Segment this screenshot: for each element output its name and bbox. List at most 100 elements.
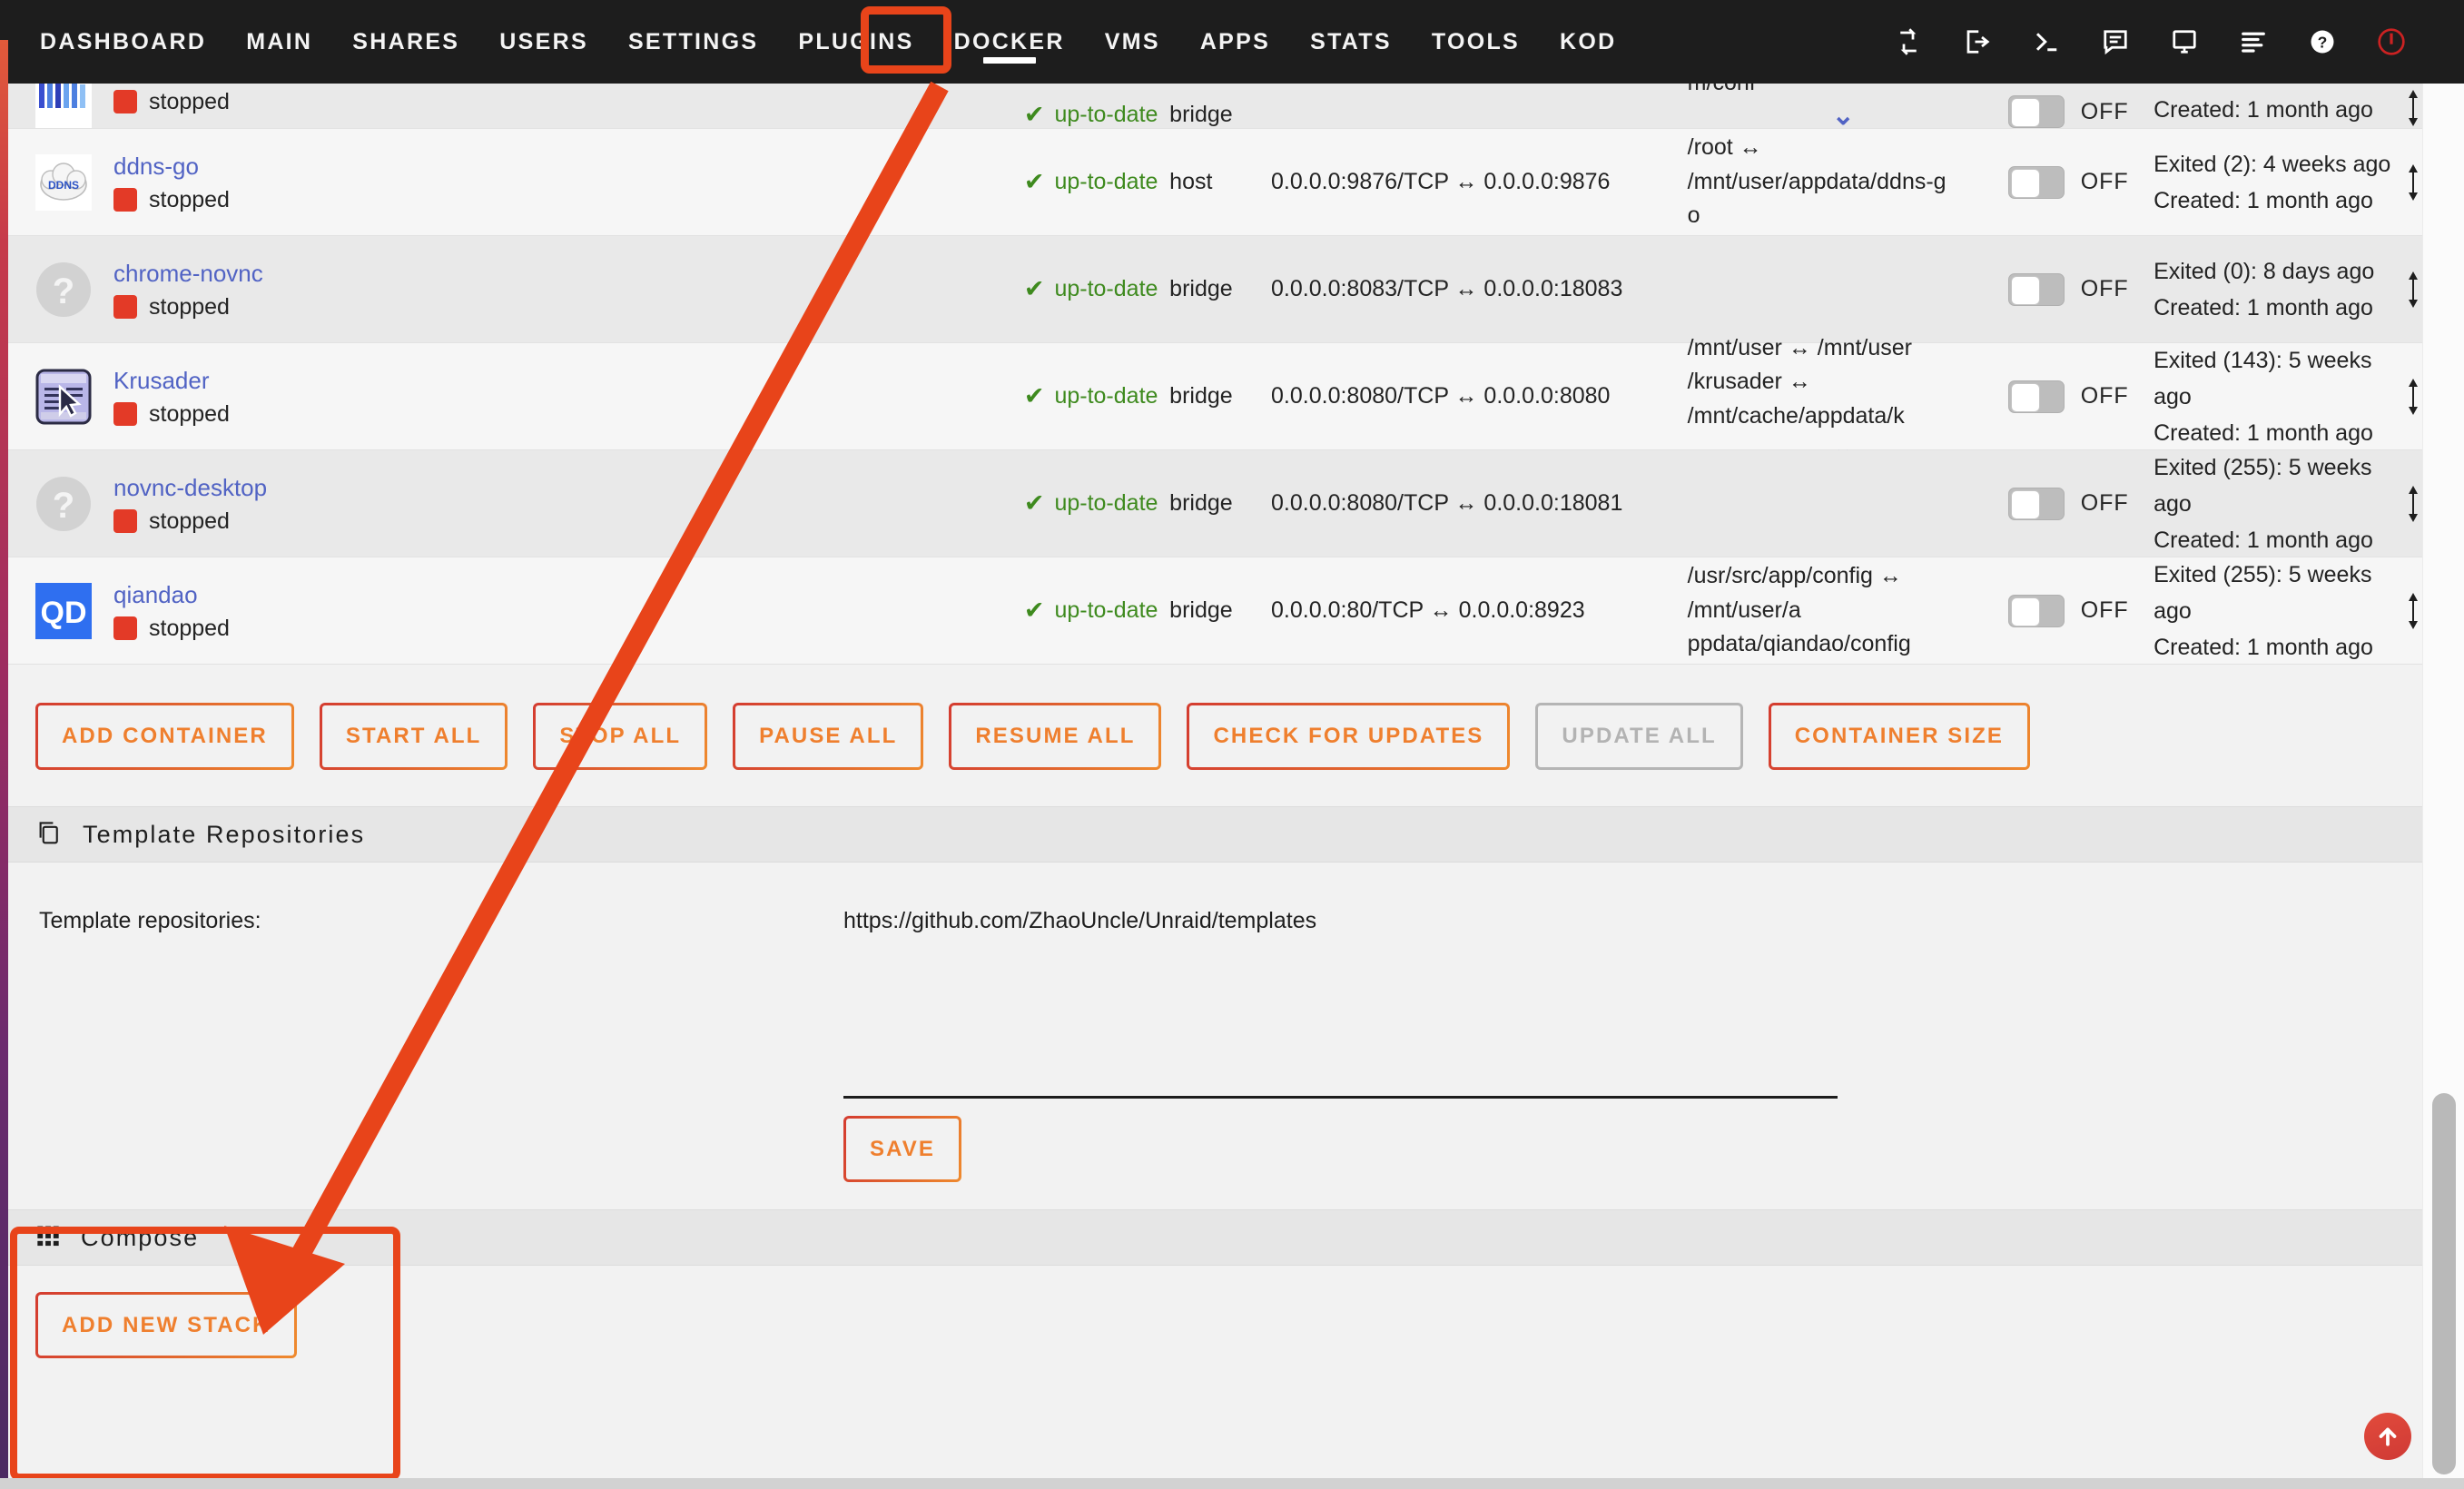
- scrollbar-thumb[interactable]: [2432, 1093, 2456, 1474]
- container-row[interactable]: DDNSddns-gostopped✔up-to-datehost0.0.0.0…: [8, 129, 2422, 236]
- panel-title: Template Repositories: [83, 821, 365, 849]
- container-version-cell: ✔up-to-date: [1024, 102, 1169, 128]
- compose-panel: Compose ADD NEW STACK: [8, 1209, 2422, 1369]
- autostart-label: OFF: [2081, 597, 2129, 624]
- autostart-label: OFF: [2081, 276, 2129, 302]
- container-icon[interactable]: [35, 84, 92, 128]
- check-icon: ✔: [1024, 103, 1045, 127]
- row-resize-handle[interactable]: [2404, 88, 2422, 128]
- template-repositories-panel: Template Repositories Template repositor…: [8, 806, 2422, 1209]
- chat-icon[interactable]: [2095, 22, 2135, 62]
- left-accent-stripe: [0, 40, 8, 1489]
- autostart-toggle[interactable]: [2008, 95, 2065, 128]
- container-autostart-cell: OFF: [2008, 557, 2154, 664]
- power-icon[interactable]: [2371, 22, 2411, 62]
- add-container-button[interactable]: ADD CONTAINER: [35, 703, 294, 770]
- container-state-label: stopped: [149, 616, 230, 642]
- page-scrollbar[interactable]: [2422, 84, 2464, 1489]
- version-label: up-to-date: [1054, 383, 1158, 409]
- nav-item-kod[interactable]: KOD: [1540, 0, 1636, 84]
- container-row[interactable]: stopped✔up-to-datebridgem/conf⌄OFFCreate…: [8, 84, 2422, 129]
- logout-icon[interactable]: [1957, 22, 1997, 62]
- container-name-link[interactable]: Krusader: [113, 365, 386, 397]
- container-name-cell: DDNSddns-gostopped: [8, 129, 1024, 235]
- display-icon[interactable]: [2164, 22, 2204, 62]
- status-dot-icon: [113, 188, 137, 212]
- log-lines-icon[interactable]: [2233, 22, 2273, 62]
- start-all-button[interactable]: START ALL: [320, 703, 508, 770]
- save-button[interactable]: SAVE: [843, 1116, 961, 1182]
- uptime-exited-line: Exited (2): 4 weeks ago: [2154, 146, 2404, 182]
- container-name-link[interactable]: novnc-desktop: [113, 472, 386, 504]
- autostart-toggle[interactable]: [2008, 380, 2065, 413]
- container-row[interactable]: ?chrome-novncstopped✔up-to-datebridge0.0…: [8, 236, 2422, 343]
- volume-mapping-line: /root ↔ /mnt/user/appdata/ddns-g: [1688, 131, 1999, 199]
- nav-item-apps[interactable]: APPS: [1180, 0, 1290, 84]
- container-row[interactable]: Krusaderstopped✔up-to-datebridge0.0.0.0:…: [8, 343, 2422, 450]
- pause-all-button[interactable]: PAUSE ALL: [733, 703, 923, 770]
- check-icon: ✔: [1024, 598, 1045, 623]
- row-resize-handle[interactable]: [2404, 450, 2422, 557]
- container-name-link[interactable]: qiandao: [113, 579, 386, 611]
- container-row[interactable]: QDqiandaostopped✔up-to-datebridge0.0.0.0…: [8, 557, 2422, 665]
- template-repositories-header: Template Repositories: [8, 806, 2422, 863]
- container-size-button[interactable]: CONTAINER SIZE: [1769, 703, 2030, 770]
- container-icon[interactable]: DDNS: [35, 154, 92, 211]
- check-icon: ✔: [1024, 277, 1045, 301]
- container-volumes-cell: /mnt/user ↔ /mnt/user/krusader ↔ /mnt/ca…: [1688, 343, 2008, 449]
- volume-mapping-line: ppdata/qiandao/config: [1688, 627, 1999, 662]
- nav-item-shares[interactable]: SHARES: [332, 0, 479, 84]
- volume-mapping-line: /usr/src/app/config ↔ /mnt/user/a: [1688, 559, 1999, 627]
- nav-item-stats[interactable]: STATS: [1290, 0, 1412, 84]
- container-network-cell: bridge: [1169, 343, 1271, 449]
- nav-item-vms[interactable]: VMS: [1085, 0, 1180, 84]
- status-dot-icon: [113, 616, 137, 640]
- autostart-toggle[interactable]: [2008, 166, 2065, 199]
- stop-all-button[interactable]: STOP ALL: [533, 703, 707, 770]
- check-for-updates-button[interactable]: CHECK FOR UPDATES: [1187, 703, 1510, 770]
- nav-item-tools[interactable]: TOOLS: [1412, 0, 1540, 84]
- container-name-cell: QD qiandao stopped: [8, 557, 1024, 664]
- update-refresh-icon[interactable]: [1888, 22, 1928, 62]
- container-icon[interactable]: QD: [35, 583, 92, 639]
- autostart-toggle[interactable]: [2008, 488, 2065, 520]
- container-icon[interactable]: ?: [35, 261, 92, 318]
- nav-item-plugins[interactable]: PLUGINS: [778, 0, 933, 84]
- update-all-button: UPDATE ALL: [1535, 703, 1742, 770]
- resume-all-button[interactable]: RESUME ALL: [949, 703, 1161, 770]
- add-new-stack-button[interactable]: ADD NEW STACK: [35, 1292, 297, 1358]
- autostart-toggle[interactable]: [2008, 273, 2065, 306]
- autostart-toggle[interactable]: [2008, 595, 2065, 627]
- nav-item-main[interactable]: MAIN: [226, 0, 332, 84]
- container-volumes-cell: [1688, 450, 2008, 557]
- container-autostart-cell: OFF: [2008, 450, 2154, 557]
- container-autostart-cell: OFF: [2008, 236, 2154, 342]
- container-version-cell: ✔up-to-date: [1024, 343, 1169, 449]
- row-resize-handle[interactable]: [2404, 343, 2422, 449]
- container-network-cell: host: [1169, 129, 1271, 235]
- nav-item-dashboard[interactable]: DASHBOARD: [20, 0, 226, 84]
- terminal-icon[interactable]: [2026, 22, 2066, 62]
- template-repositories-textarea[interactable]: https://github.com/ZhaoUncle/Unraid/temp…: [843, 908, 1842, 934]
- container-name-link[interactable]: chrome-novnc: [113, 258, 386, 290]
- container-row[interactable]: ?novnc-desktopstopped✔up-to-datebridge0.…: [8, 450, 2422, 557]
- container-state: stopped: [113, 89, 386, 115]
- nav-item-users[interactable]: USERS: [479, 0, 608, 84]
- container-ports-cell: 0.0.0.0:8083/TCP ↔ 0.0.0.0:18083: [1271, 236, 1688, 342]
- status-dot-icon: [113, 509, 137, 533]
- row-resize-handle[interactable]: [2404, 557, 2422, 664]
- compose-body: ADD NEW STACK: [8, 1266, 2422, 1369]
- container-icon[interactable]: [35, 369, 92, 425]
- expand-volumes-chevron-icon[interactable]: ⌄: [1688, 104, 1999, 128]
- scroll-to-top-button[interactable]: [2364, 1413, 2411, 1460]
- nav-item-docker[interactable]: DOCKER: [934, 0, 1085, 84]
- row-resize-handle[interactable]: [2404, 236, 2422, 342]
- container-icon[interactable]: ?: [35, 476, 92, 532]
- status-dot-icon: [113, 90, 137, 113]
- nav-item-settings[interactable]: SETTINGS: [608, 0, 778, 84]
- container-name-link[interactable]: ddns-go: [113, 151, 386, 182]
- help-icon[interactable]: ?: [2302, 22, 2342, 62]
- version-label: up-to-date: [1054, 169, 1158, 195]
- container-autostart-cell: OFF: [2008, 95, 2154, 128]
- row-resize-handle[interactable]: [2404, 129, 2422, 235]
